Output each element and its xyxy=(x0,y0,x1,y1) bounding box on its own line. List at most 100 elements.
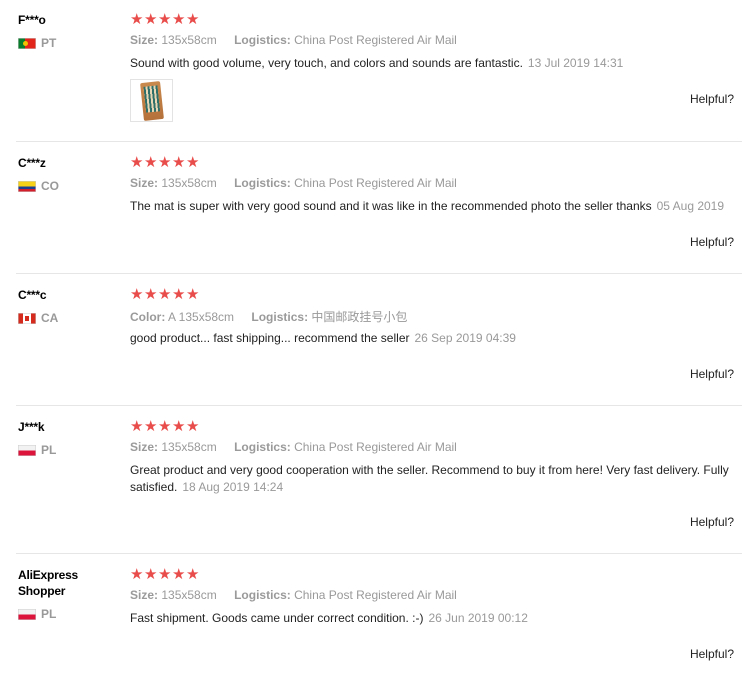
star-icon: ★ xyxy=(130,11,144,28)
star-rating: ★★★★★ xyxy=(130,155,200,171)
review-content: Great product and very good cooperation … xyxy=(130,462,742,496)
attr-label: Size: xyxy=(130,33,159,47)
review-date: 26 Sep 2019 04:39 xyxy=(414,331,516,345)
review-text: The mat is super with very good sound an… xyxy=(130,199,652,213)
review-meta: Size: 135x58cm Logistics: China Post Reg… xyxy=(130,588,457,602)
country-code: PT xyxy=(41,36,57,50)
star-icon: ★ xyxy=(158,11,172,28)
divider xyxy=(16,405,742,406)
attr-label: Size: xyxy=(130,176,159,190)
star-icon: ★ xyxy=(172,154,186,171)
reviewer-country: PL xyxy=(18,607,56,621)
colombia-flag-icon xyxy=(18,180,36,192)
review-text: good product... fast shipping... recomme… xyxy=(130,331,410,345)
star-icon: ★ xyxy=(186,418,200,435)
review-content: The mat is super with very good sound an… xyxy=(130,198,742,215)
canada-flag-icon xyxy=(18,312,36,324)
reviewer-name: AliExpress Shopper xyxy=(18,568,79,598)
logistics-value: China Post Registered Air Mail xyxy=(294,588,457,602)
review-meta: Size: 135x58cm Logistics: China Post Reg… xyxy=(130,176,457,190)
review-date: 13 Jul 2019 14:31 xyxy=(527,56,624,70)
helpful-button[interactable]: Helpful? xyxy=(690,647,734,661)
star-icon: ★ xyxy=(144,11,158,28)
review-item: J***k PL ★★★★★ Size: 135x58cm Logistics:… xyxy=(0,419,742,549)
logistics-value: China Post Registered Air Mail xyxy=(294,440,457,454)
reviewer-name: C***c xyxy=(18,288,47,302)
review-meta: Size: 135x58cm Logistics: China Post Reg… xyxy=(130,33,457,47)
star-icon: ★ xyxy=(130,418,144,435)
logistics-value: 中国邮政挂号小包 xyxy=(311,310,408,324)
divider xyxy=(16,141,742,142)
star-icon: ★ xyxy=(158,154,172,171)
review-content: Sound with good volume, very touch, and … xyxy=(130,55,742,72)
review-item: C***c CA ★★★★★ Color: A 135x58cm Logisti… xyxy=(0,287,742,402)
logistics-label: Logistics: xyxy=(251,310,309,324)
review-photo-thumbnail[interactable] xyxy=(130,79,173,122)
star-icon: ★ xyxy=(158,566,172,583)
star-rating: ★★★★★ xyxy=(130,287,200,303)
star-rating: ★★★★★ xyxy=(130,567,200,583)
country-code: PL xyxy=(41,443,57,457)
attr-value: 135x58cm xyxy=(161,440,217,454)
review-date: 26 Jun 2019 00:12 xyxy=(428,611,528,625)
poland-flag-icon xyxy=(18,444,36,456)
poland-flag-icon xyxy=(18,608,36,620)
star-icon: ★ xyxy=(172,566,186,583)
helpful-button[interactable]: Helpful? xyxy=(690,367,734,381)
helpful-button[interactable]: Helpful? xyxy=(690,92,734,106)
reviewer-name: J***k xyxy=(18,420,45,434)
star-icon: ★ xyxy=(130,566,144,583)
reviewer-name: F***o xyxy=(18,13,46,27)
logistics-label: Logistics: xyxy=(234,33,291,47)
attr-value: 135x58cm xyxy=(161,176,217,190)
attr-value: 135x58cm xyxy=(161,33,217,47)
star-icon: ★ xyxy=(144,286,158,303)
star-icon: ★ xyxy=(144,566,158,583)
star-rating: ★★★★★ xyxy=(130,419,200,435)
reviewer-country: CO xyxy=(18,179,59,193)
review-text: Fast shipment. Goods came under correct … xyxy=(130,611,424,625)
review-text: Sound with good volume, very touch, and … xyxy=(130,56,523,70)
review-item: AliExpress Shopper PL ★★★★★ Size: 135x58… xyxy=(0,567,742,677)
review-date: 18 Aug 2019 14:24 xyxy=(182,480,284,494)
star-icon: ★ xyxy=(158,286,172,303)
star-icon: ★ xyxy=(144,154,158,171)
product-photo xyxy=(139,80,164,121)
logistics-label: Logistics: xyxy=(234,588,291,602)
helpful-button[interactable]: Helpful? xyxy=(690,235,734,249)
logistics-label: Logistics: xyxy=(234,440,291,454)
star-icon: ★ xyxy=(186,286,200,303)
portugal-flag-icon xyxy=(18,37,36,49)
star-rating: ★★★★★ xyxy=(130,12,200,28)
divider xyxy=(16,273,742,274)
star-icon: ★ xyxy=(172,11,186,28)
helpful-button[interactable]: Helpful? xyxy=(690,515,734,529)
logistics-label: Logistics: xyxy=(234,176,291,190)
review-meta: Size: 135x58cm Logistics: China Post Reg… xyxy=(130,440,457,454)
star-icon: ★ xyxy=(186,154,200,171)
review-item: F***o PT ★★★★★ Size: 135x58cm Logistics:… xyxy=(0,12,742,140)
review-item: C***z CO ★★★★★ Size: 135x58cm Logistics:… xyxy=(0,155,742,270)
logistics-value: China Post Registered Air Mail xyxy=(294,176,457,190)
star-icon: ★ xyxy=(158,418,172,435)
divider xyxy=(16,553,742,554)
logistics-value: China Post Registered Air Mail xyxy=(294,33,457,47)
star-icon: ★ xyxy=(144,418,158,435)
review-meta: Color: A 135x58cm Logistics: 中国邮政挂号小包 xyxy=(130,308,407,325)
attr-label: Size: xyxy=(130,588,159,602)
attr-value: 135x58cm xyxy=(161,588,217,602)
country-code: PL xyxy=(41,607,57,621)
reviewer-country: PL xyxy=(18,443,56,457)
star-icon: ★ xyxy=(130,286,144,303)
star-icon: ★ xyxy=(130,154,144,171)
star-icon: ★ xyxy=(186,566,200,583)
country-code: CA xyxy=(41,311,59,325)
attr-value: A 135x58cm xyxy=(168,310,235,324)
star-icon: ★ xyxy=(172,418,186,435)
reviewer-country: PT xyxy=(18,36,56,50)
star-icon: ★ xyxy=(186,11,200,28)
star-icon: ★ xyxy=(172,286,186,303)
attr-label: Color: xyxy=(130,310,166,324)
review-content: good product... fast shipping... recomme… xyxy=(130,330,742,347)
review-content: Fast shipment. Goods came under correct … xyxy=(130,610,742,627)
